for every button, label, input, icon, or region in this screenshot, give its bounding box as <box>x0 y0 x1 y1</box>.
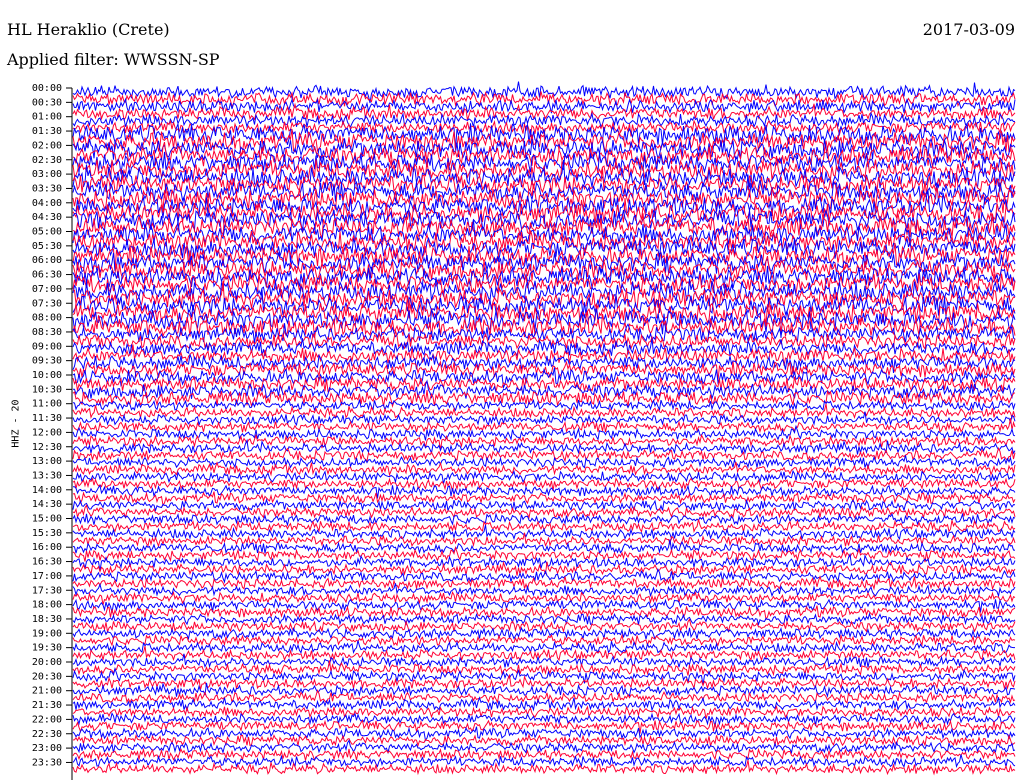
seismic-trace <box>72 273 1016 295</box>
time-tick-label: 14:30 <box>32 499 62 510</box>
seismic-trace <box>72 689 1016 704</box>
time-tick-label: 13:30 <box>32 470 62 481</box>
time-tick-label: 01:30 <box>32 126 62 137</box>
seismic-trace <box>72 618 1016 634</box>
time-tick-label: 21:00 <box>32 686 62 697</box>
time-tick-label: 10:00 <box>32 370 62 381</box>
time-tick-label: 23:00 <box>32 743 62 754</box>
time-tick-label: 10:30 <box>32 384 62 395</box>
seismic-trace <box>72 705 1016 720</box>
time-tick-label: 03:30 <box>32 183 62 194</box>
time-tick-label: 17:30 <box>32 585 62 596</box>
time-tick-label: 11:30 <box>32 413 62 424</box>
time-tick-label: 08:00 <box>32 313 62 324</box>
time-tick-label: 02:00 <box>32 140 62 151</box>
time-tick-label: 05:00 <box>32 227 62 238</box>
time-tick-label: 12:30 <box>32 442 62 453</box>
seismic-trace <box>72 582 1016 598</box>
time-tick-label: 00:30 <box>32 97 62 108</box>
time-tick-label: 16:00 <box>32 542 62 553</box>
time-tick-label: 02:30 <box>32 155 62 166</box>
time-tick-label: 07:30 <box>32 298 62 309</box>
seismic-trace <box>72 660 1016 677</box>
time-tick-label: 15:30 <box>32 528 62 539</box>
time-tick-label: 18:00 <box>32 600 62 611</box>
time-tick-label: 00:00 <box>32 83 62 94</box>
time-tick-label: 06:00 <box>32 255 62 266</box>
seismic-trace <box>72 747 1016 762</box>
time-tick-label: 16:30 <box>32 557 62 568</box>
seismic-trace <box>72 560 1016 576</box>
seismogram-chart: 00:00 00:30 01:00 01:30 02:00 02:30 03:00 03:30… <box>32 81 1016 780</box>
time-tick-label: 23:30 <box>32 757 62 768</box>
seismic-trace <box>72 433 1016 451</box>
time-tick-label: 09:30 <box>32 356 62 367</box>
seismic-trace <box>72 612 1016 627</box>
seismic-trace <box>72 653 1016 669</box>
time-tick-label: 07:00 <box>32 284 62 295</box>
time-tick-label: 13:00 <box>32 456 62 467</box>
time-tick-label: 08:30 <box>32 327 62 338</box>
time-tick-label: 19:00 <box>32 628 62 639</box>
time-tick-label: 21:30 <box>32 700 62 711</box>
time-tick-label: 11:00 <box>32 399 62 410</box>
time-tick-label: 05:30 <box>32 241 62 252</box>
seismic-trace <box>72 455 1016 470</box>
time-tick-label: 18:30 <box>32 614 62 625</box>
time-tick-label: 17:00 <box>32 571 62 582</box>
time-tick-label: 20:00 <box>32 657 62 668</box>
seismic-trace <box>72 155 1016 181</box>
time-tick-label: 04:00 <box>32 198 62 209</box>
time-tick-label: 15:00 <box>32 514 62 525</box>
time-tick-label: 01:00 <box>32 112 62 123</box>
time-tick-label: 09:00 <box>32 341 62 352</box>
time-tick-label: 04:30 <box>32 212 62 223</box>
time-tick-label: 22:00 <box>32 714 62 725</box>
time-tick-label: 12:00 <box>32 427 62 438</box>
time-tick-label: 20:30 <box>32 671 62 682</box>
seismic-trace <box>72 626 1016 641</box>
time-tick-label: 03:00 <box>32 169 62 180</box>
time-tick-label: 22:30 <box>32 729 62 740</box>
time-tick-label: 06:30 <box>32 270 62 281</box>
time-tick-label: 19:30 <box>32 643 62 654</box>
time-tick-label: 14:00 <box>32 485 62 496</box>
